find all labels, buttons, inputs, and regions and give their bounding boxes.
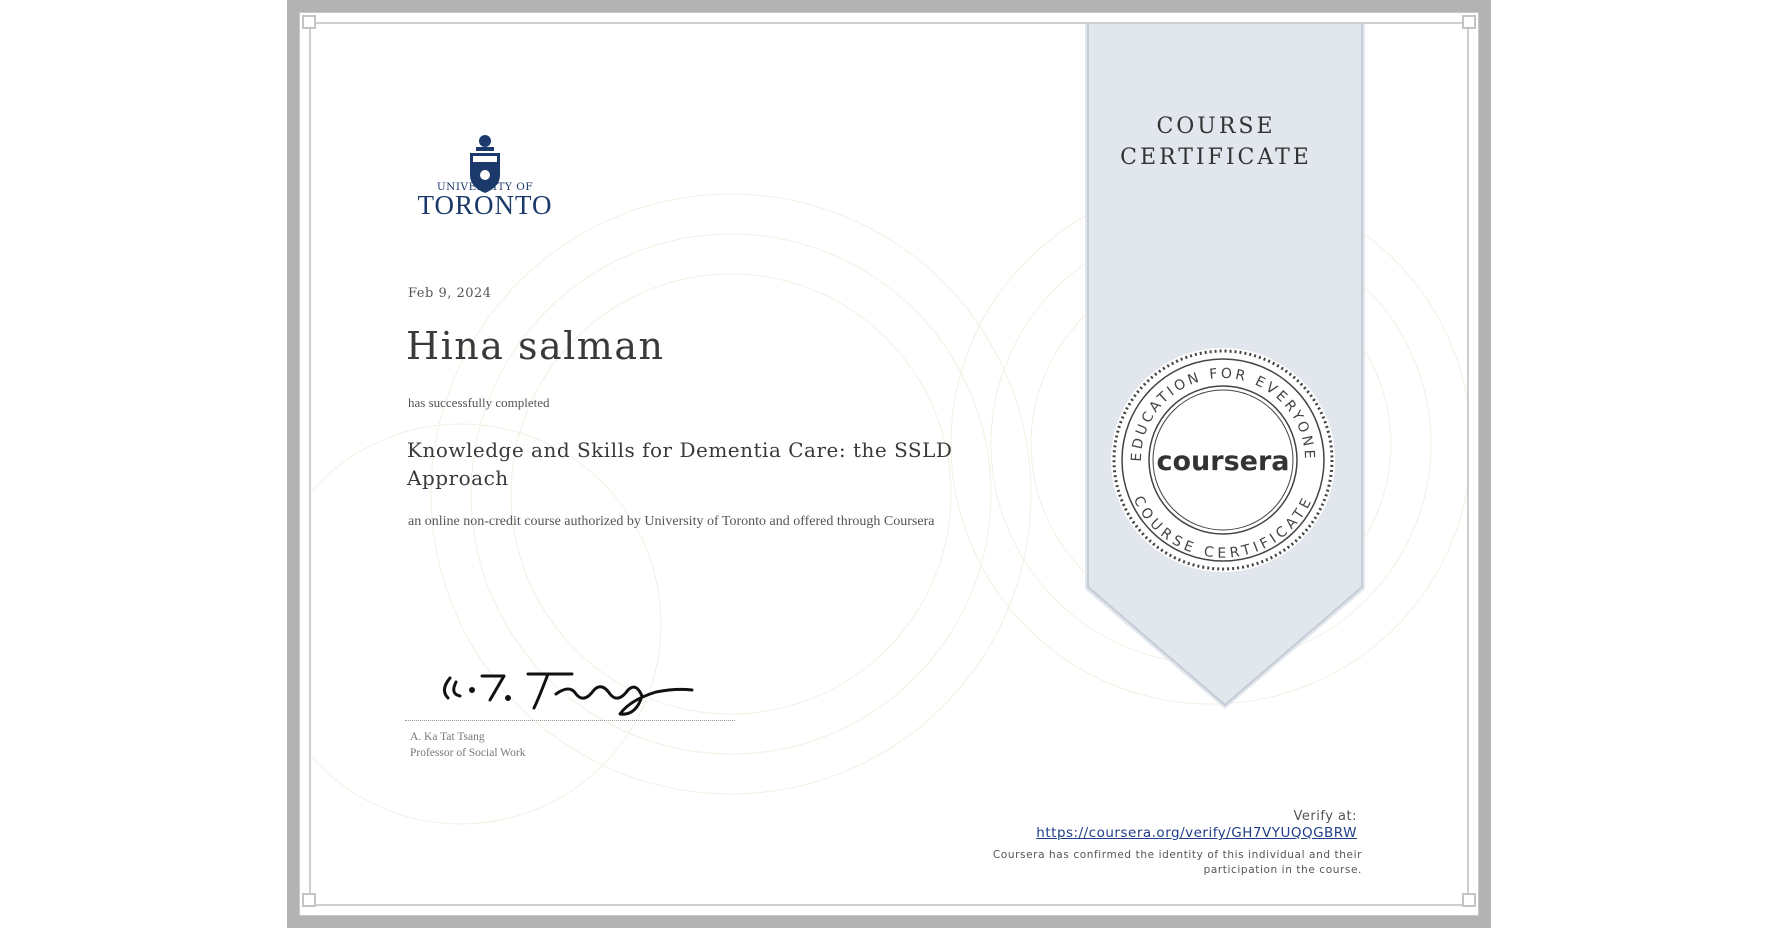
signature-image bbox=[443, 672, 694, 716]
coursera-seal: EDUCATION FOR EVERYONE COURSE CERTIFICAT… bbox=[1111, 348, 1335, 572]
signature-line bbox=[405, 720, 735, 721]
signer-title: Professor of Social Work bbox=[410, 747, 526, 759]
university-name-line2: TORONTO bbox=[417, 190, 553, 220]
authorized-text: an online non-credit course authorized b… bbox=[408, 514, 935, 529]
completion-date: Feb 9, 2024 bbox=[408, 286, 492, 301]
verify-label: Verify at: bbox=[1293, 809, 1357, 824]
seal-brand-text: coursera bbox=[1156, 446, 1289, 477]
signer-name: A. Ka Tat Tsang bbox=[410, 731, 485, 743]
certificate-type-title: COURSE CERTIFICATE bbox=[1085, 111, 1347, 173]
recipient-name: Hina salman bbox=[406, 324, 665, 368]
verify-link[interactable]: https://coursera.org/verify/GH7VYUQQGBRW bbox=[1036, 825, 1357, 841]
identity-confirmation-text: Coursera has confirmed the identity of t… bbox=[992, 849, 1362, 876]
certificate-type-line2: CERTIFICATE bbox=[1120, 145, 1312, 170]
course-title: Knowledge and Skills for Dementia Care: … bbox=[407, 438, 953, 490]
certificate-type-line1: COURSE bbox=[1156, 114, 1276, 139]
completed-text: has successfully completed bbox=[408, 395, 550, 410]
